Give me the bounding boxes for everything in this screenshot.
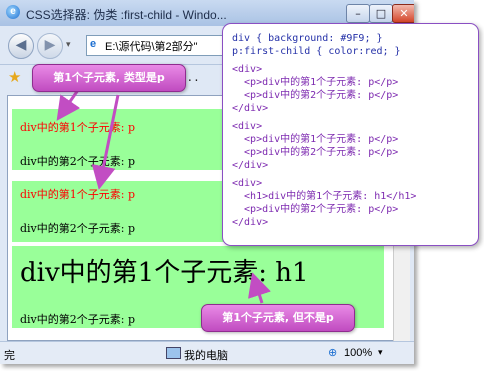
callout-first-child-p: 第1个子元素, 类型是p: [32, 64, 186, 92]
code-line-css2: p:first-child { color:red; }: [232, 46, 401, 57]
arrow-to-h1: [248, 272, 271, 304]
code-line: <p>div中的第2个子元素: p</p>: [232, 90, 399, 101]
code-line: <div>: [232, 121, 263, 132]
code-line: </div>: [232, 160, 269, 171]
arrow-to-block2: [91, 94, 120, 190]
code-line: <div>: [232, 64, 263, 75]
code-panel: div { background: #9F9; } p:first-child …: [222, 23, 479, 246]
code-line: <p>div中的第1个子元素: p</p>: [232, 134, 399, 145]
code-line: <p>div中的第2个子元素: p</p>: [232, 204, 399, 215]
code-line: <p>div中的第1个子元素: p</p>: [232, 77, 399, 88]
code-line: </div>: [232, 217, 269, 228]
code-line-css1: div { background: #9F9; }: [232, 33, 383, 44]
code-line: <p>div中的第2个子元素: p</p>: [232, 147, 399, 158]
arrow-to-block1: [56, 89, 81, 121]
code-line: <h1>div中的第1个子元素: h1</h1>: [232, 191, 417, 202]
code-line: <div>: [232, 178, 263, 189]
code-line: </div>: [232, 103, 269, 114]
callout-first-child-not-p: 第1个子元素, 但不是p: [201, 304, 355, 332]
